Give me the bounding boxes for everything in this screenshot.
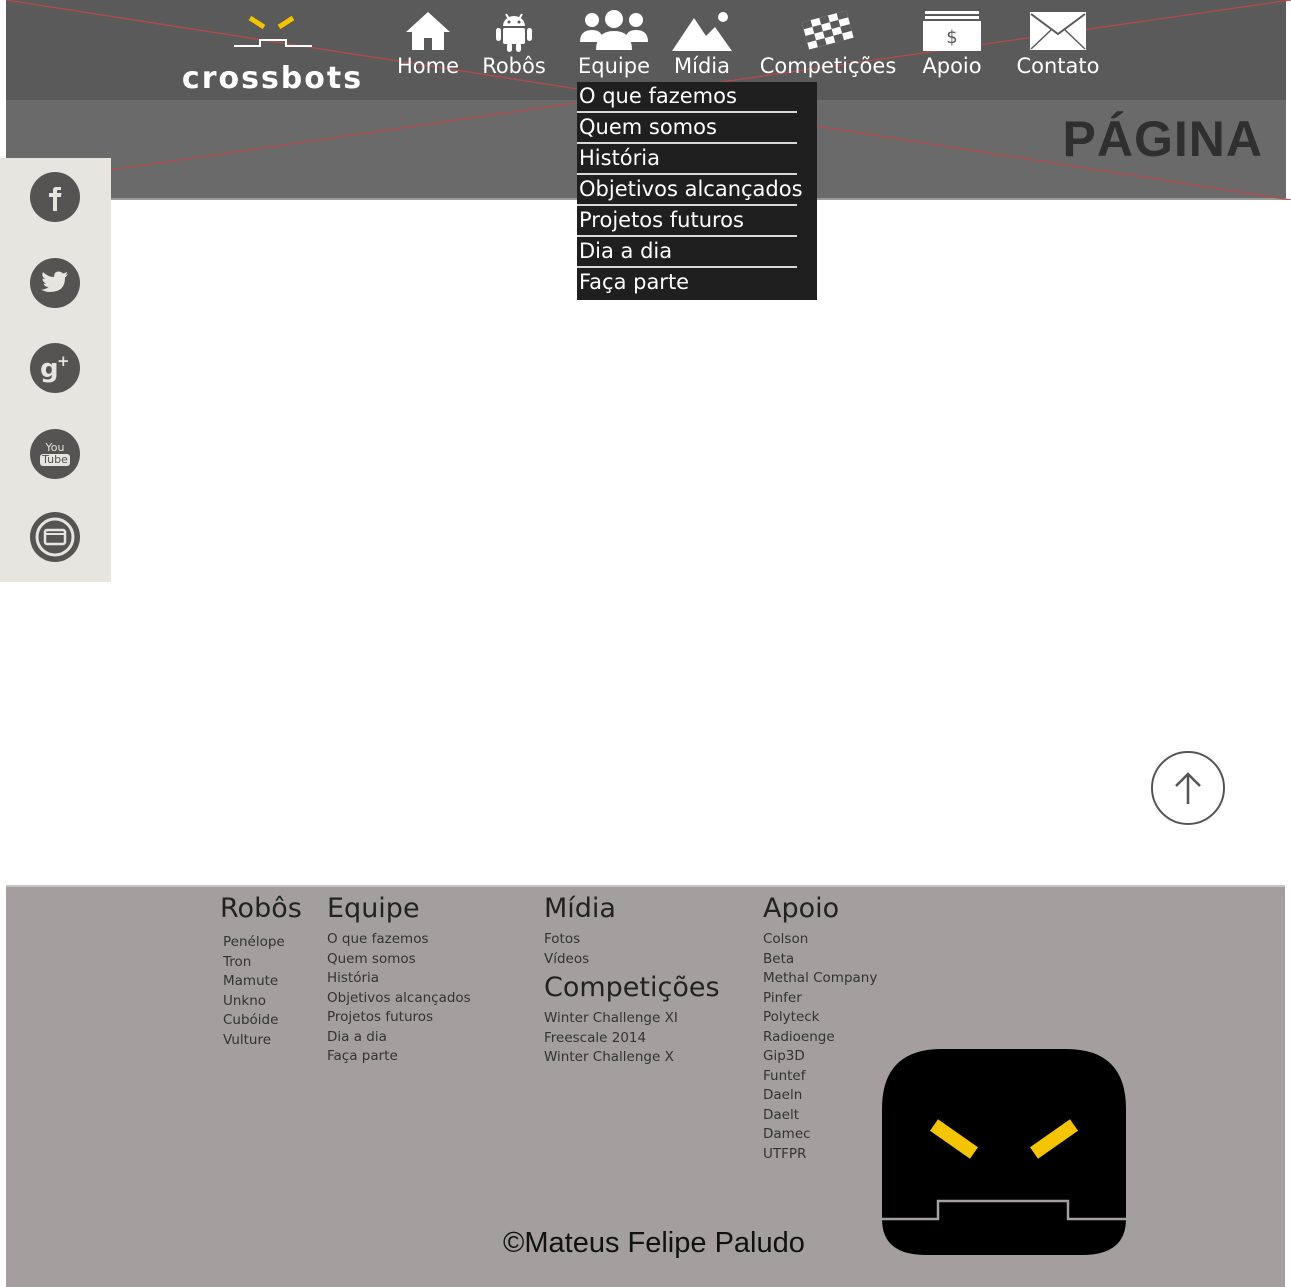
- footer-link[interactable]: Winter Challenge X: [544, 1048, 678, 1068]
- footer-link[interactable]: Quem somos: [327, 950, 471, 970]
- footer-link[interactable]: Unkno: [223, 992, 285, 1012]
- footer-link[interactable]: Colson: [763, 930, 877, 950]
- dropdown-item-projetos-futuros[interactable]: Projetos futuros: [577, 206, 797, 237]
- envelope-icon: [1029, 6, 1087, 52]
- footer-link[interactable]: Fotos: [544, 930, 589, 950]
- footer-link[interactable]: Beta: [763, 950, 877, 970]
- twitter-icon[interactable]: [30, 258, 80, 308]
- copyright-text: ©Mateus Felipe Paludo: [503, 1227, 805, 1259]
- footer-link[interactable]: Pinfer: [763, 989, 877, 1009]
- footer-link[interactable]: Cubóide: [223, 1011, 285, 1031]
- footer-link[interactable]: Gip3D: [763, 1047, 877, 1067]
- footer-equipe-list: O que fazemos Quem somos História Objeti…: [327, 930, 471, 1067]
- nav-contato[interactable]: Contato: [1010, 6, 1106, 86]
- footer-link[interactable]: Radioenge: [763, 1028, 877, 1048]
- arrow-up-icon: [1175, 772, 1201, 804]
- dropdown-item-quem-somos[interactable]: Quem somos: [577, 113, 797, 144]
- mountain-icon: [671, 6, 733, 52]
- nav-competicoes-label: Competições: [759, 54, 897, 78]
- checkered-flag-icon: [801, 6, 855, 52]
- footer-midia-list: Fotos Vídeos: [544, 930, 589, 969]
- logo-robot-face-icon: [234, 15, 312, 47]
- page-title: PÁGINA: [1062, 111, 1263, 167]
- footer-link[interactable]: Tron: [223, 953, 285, 973]
- footer-robos-title: Robôs: [220, 893, 302, 924]
- robot-mascot-icon: [882, 1049, 1126, 1255]
- svg-text:g: g: [40, 354, 59, 384]
- footer-link[interactable]: Mamute: [223, 972, 285, 992]
- nav-apoio[interactable]: $ Apoio: [916, 6, 988, 86]
- nav-contato-label: Contato: [1016, 54, 1100, 78]
- footer-apoio-title: Apoio: [763, 893, 840, 924]
- footer-link[interactable]: Freescale 2014: [544, 1029, 678, 1049]
- dropdown-item-dia-a-dia[interactable]: Dia a dia: [577, 237, 797, 268]
- footer-apoio-list: Colson Beta Methal Company Pinfer Polyte…: [763, 930, 877, 1164]
- money-icon: $: [922, 6, 982, 52]
- nav-home[interactable]: Home: [392, 6, 464, 86]
- footer-link[interactable]: Funtef: [763, 1067, 877, 1087]
- footer-link[interactable]: Damec: [763, 1125, 877, 1145]
- people-icon: [578, 6, 650, 52]
- youtube-tube-text: Tube: [40, 453, 70, 466]
- footer-link[interactable]: Daeln: [763, 1086, 877, 1106]
- footer-link[interactable]: O que fazemos: [327, 930, 471, 950]
- footer-link[interactable]: Faça parte: [327, 1047, 471, 1067]
- back-to-top-button[interactable]: [1151, 751, 1225, 825]
- nav-midia-label: Mídia: [674, 54, 730, 78]
- dropdown-item-historia[interactable]: História: [577, 144, 797, 175]
- dropdown-item-objetivos-alcancados[interactable]: Objetivos alcançados: [577, 175, 803, 206]
- nav-home-label: Home: [396, 54, 459, 78]
- mail-icon[interactable]: [30, 512, 80, 562]
- nav-equipe-label: Equipe: [578, 54, 650, 78]
- nav-equipe[interactable]: Equipe: [574, 6, 654, 86]
- footer-competicoes-title: Competições: [544, 972, 720, 1003]
- android-icon: [495, 6, 533, 52]
- dropdown-item-o-que-fazemos[interactable]: O que fazemos: [577, 82, 797, 113]
- social-sidebar: g + You Tube: [0, 158, 111, 582]
- nav-apoio-label: Apoio: [922, 54, 982, 78]
- footer-link[interactable]: UTFPR: [763, 1145, 877, 1165]
- footer-link[interactable]: Vídeos: [544, 950, 589, 970]
- footer: Robôs Penélope Tron Mamute Unkno Cubóide…: [6, 885, 1285, 1287]
- logo-wordmark: crossbots: [181, 61, 364, 96]
- nav-robos[interactable]: Robôs: [478, 6, 550, 86]
- youtube-icon[interactable]: You Tube: [30, 429, 80, 479]
- nav-competicoes[interactable]: Competições: [752, 6, 904, 86]
- footer-robos-list: Penélope Tron Mamute Unkno Cubóide Vultu…: [223, 933, 285, 1050]
- equipe-dropdown-menu: O que fazemos Quem somos História Objeti…: [577, 82, 817, 300]
- footer-link[interactable]: Winter Challenge XI: [544, 1009, 678, 1029]
- footer-competicoes-list: Winter Challenge XI Freescale 2014 Winte…: [544, 1009, 678, 1068]
- footer-link[interactable]: Polyteck: [763, 1008, 877, 1028]
- footer-link[interactable]: Projetos futuros: [327, 1008, 471, 1028]
- footer-equipe-title: Equipe: [327, 893, 420, 924]
- footer-link[interactable]: Vulture: [223, 1031, 285, 1051]
- google-plus-icon[interactable]: g +: [30, 343, 80, 393]
- footer-link[interactable]: Methal Company: [763, 969, 877, 989]
- nav-robos-label: Robôs: [482, 54, 546, 78]
- svg-text:+: +: [57, 352, 70, 370]
- facebook-icon[interactable]: [30, 172, 80, 222]
- footer-link[interactable]: Daelt: [763, 1106, 877, 1126]
- footer-link[interactable]: Penélope: [223, 933, 285, 953]
- nav-midia[interactable]: Mídia: [667, 6, 737, 86]
- svg-text:$: $: [946, 27, 957, 48]
- dropdown-item-faca-parte[interactable]: Faça parte: [577, 268, 797, 299]
- footer-link[interactable]: Objetivos alcançados: [327, 989, 471, 1009]
- footer-link[interactable]: História: [327, 969, 471, 989]
- crossbots-logo[interactable]: crossbots: [160, 10, 385, 96]
- footer-midia-title: Mídia: [544, 893, 616, 924]
- home-icon: [404, 6, 452, 52]
- footer-link[interactable]: Dia a dia: [327, 1028, 471, 1048]
